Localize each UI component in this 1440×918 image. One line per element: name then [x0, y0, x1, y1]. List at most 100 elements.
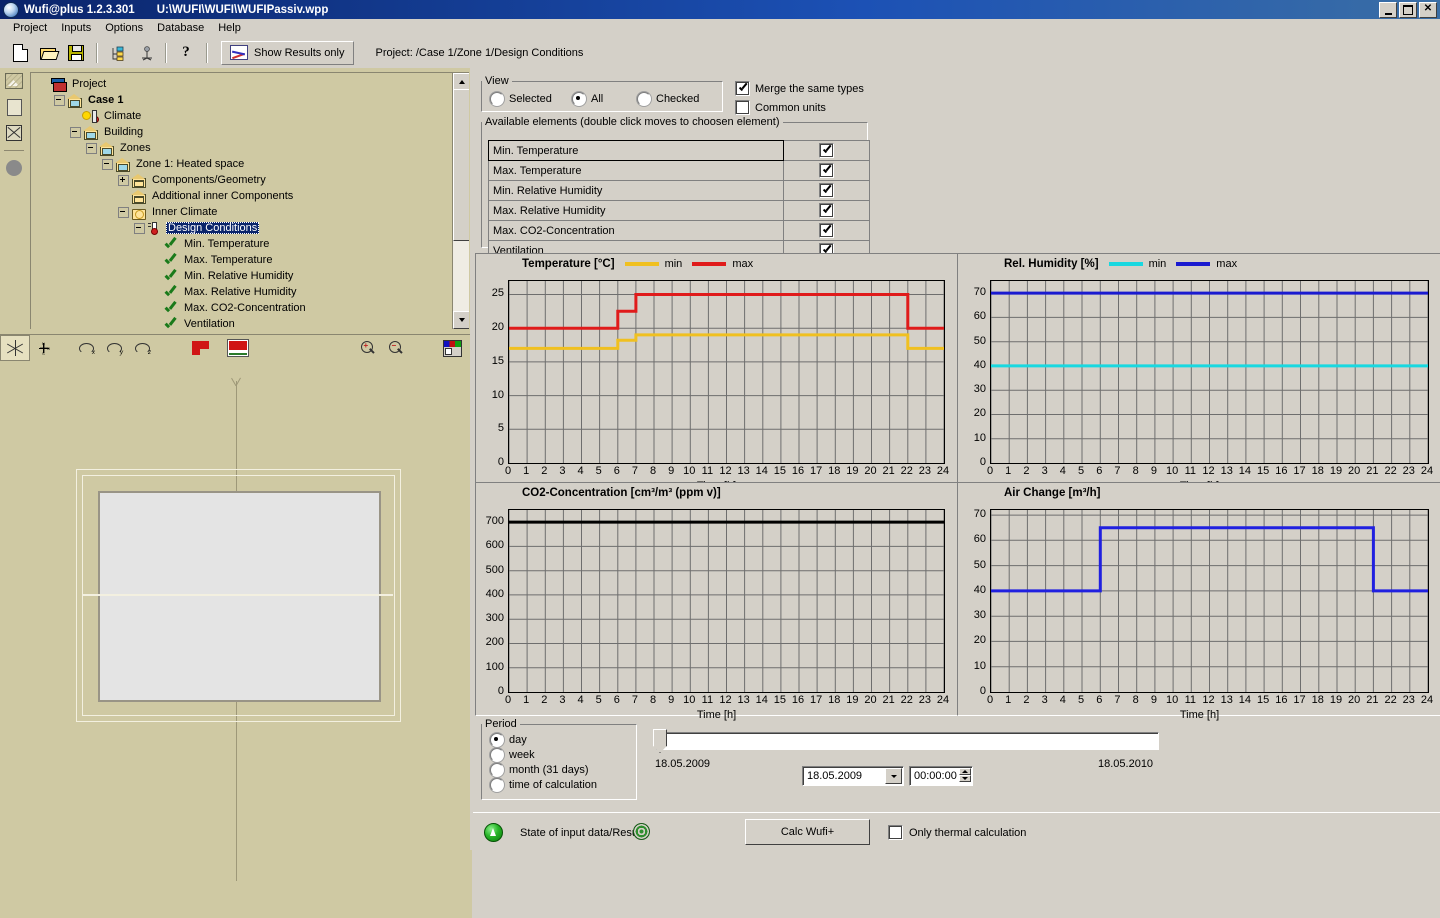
only-thermal-calculation-checkbox[interactable]: Only thermal calculation [888, 825, 1026, 840]
radio-period-week[interactable]: week [490, 748, 535, 762]
tree-item-max-co2-concentration[interactable]: Max. CO2-Concentration [34, 300, 456, 316]
date-picker[interactable]: 18.05.2009 [802, 766, 904, 786]
minimize-button[interactable] [1379, 2, 1397, 18]
timeline-slider-track[interactable] [656, 732, 1159, 750]
available-element-row[interactable]: Max. Relative Humidity [489, 201, 869, 221]
tree-item-climate[interactable]: Climate [34, 108, 456, 124]
project-tree[interactable]: ProjectCase 1ClimateBuildingZonesZone 1:… [30, 72, 469, 329]
zoom-in-button[interactable]: + [354, 336, 382, 360]
tree-collapse-minus-icon[interactable] [102, 159, 113, 170]
tree-scroll-thumb[interactable] [453, 89, 469, 241]
tree-item-additional-inner-components[interactable]: Additional inner Components [34, 188, 456, 204]
show-layers-button[interactable] [224, 336, 252, 360]
date-picker-dropdown-button[interactable] [885, 768, 902, 784]
time-picker-spinner[interactable] [959, 768, 971, 782]
menu-item-inputs[interactable]: Inputs [54, 20, 98, 36]
tree-item-design-conditions[interactable]: Design Conditions [34, 220, 456, 236]
geometry-viewport[interactable]: Z [0, 361, 472, 918]
tree-item-min-temperature[interactable]: Min. Temperature [34, 236, 456, 252]
tree-item-project[interactable]: Project [34, 76, 456, 92]
tree-collapse-minus-icon[interactable] [70, 127, 81, 138]
menu-item-project[interactable]: Project [6, 20, 54, 36]
zoom-out-button[interactable]: − [382, 336, 410, 360]
open-button[interactable] [36, 41, 60, 65]
radio-view-all[interactable]: All [572, 92, 603, 106]
common-units-checkbox[interactable]: Common units [735, 100, 826, 115]
available-elements-table[interactable]: Min. TemperatureMax. TemperatureMin. Rel… [488, 140, 870, 261]
perspective-view-icon [5, 73, 23, 89]
axis-toggle-button[interactable] [0, 335, 30, 361]
calc-wufi-button[interactable]: Calc Wufi+ [745, 819, 870, 845]
view-plan-button[interactable] [0, 94, 28, 120]
view-perspective-button[interactable] [0, 68, 28, 94]
tree-collapse-minus-icon[interactable] [54, 95, 65, 106]
rotate-z-button[interactable]: z [128, 336, 156, 360]
collapse-tree-button[interactable] [133, 41, 157, 65]
tree-collapse-minus-icon[interactable] [86, 143, 97, 154]
radio-period-day[interactable]: day [490, 733, 527, 747]
available-element-checkbox-cell[interactable] [784, 201, 869, 220]
available-element-checkbox[interactable] [819, 183, 834, 198]
chevron-down-icon [962, 777, 968, 780]
radio-view-checked[interactable]: Checked [637, 92, 699, 106]
tree-item-zones[interactable]: Zones [34, 140, 456, 156]
time-spinner-down-button[interactable] [959, 775, 971, 782]
north-south-button[interactable]: NOS [30, 336, 58, 360]
available-element-row[interactable]: Min. Temperature [489, 141, 869, 161]
available-element-checkbox-cell[interactable] [784, 221, 869, 240]
maximize-restore-button[interactable] [1399, 2, 1417, 18]
available-element-checkbox-cell[interactable] [784, 161, 869, 180]
tree-item-max-relative-humidity[interactable]: Max. Relative Humidity [34, 284, 456, 300]
tree-item-case-1[interactable]: Case 1 [34, 92, 456, 108]
status-up-arrow-icon[interactable] [484, 823, 503, 842]
chart-x-tick-label: 5 [1078, 465, 1084, 477]
available-element-checkbox[interactable] [819, 143, 834, 158]
tree-item-zone-1-heated-space[interactable]: Zone 1: Heated space [34, 156, 456, 172]
tree-scroll-track[interactable] [453, 89, 469, 313]
close-button[interactable]: ✕ [1419, 2, 1437, 18]
tree-item-ventilation[interactable]: Ventilation [34, 316, 456, 329]
available-element-checkbox[interactable] [819, 203, 834, 218]
rotate-x-button[interactable]: x [72, 336, 100, 360]
view-shaded-button[interactable] [0, 155, 28, 181]
expand-tree-button[interactable] [105, 41, 129, 65]
tree-item-inner-climate[interactable]: Inner Climate [34, 204, 456, 220]
show-results-only-button[interactable]: Show Results only [221, 41, 354, 65]
menu-item-options[interactable]: Options [98, 20, 150, 36]
help-button[interactable]: ? [174, 41, 198, 65]
tree-item-min-relative-humidity[interactable]: Min. Relative Humidity [34, 268, 456, 284]
room-surface[interactable] [98, 491, 381, 702]
tree-expand-plus-icon[interactable] [118, 175, 129, 186]
tree-item-building[interactable]: Building [34, 124, 456, 140]
available-element-checkbox-cell[interactable] [784, 141, 869, 160]
menu-item-help[interactable]: Help [211, 20, 248, 36]
rotate-y-button[interactable]: y [100, 336, 128, 360]
tree-item-max-temperature[interactable]: Max. Temperature [34, 252, 456, 268]
available-element-checkbox[interactable] [819, 163, 834, 178]
tree-collapse-minus-icon[interactable] [118, 207, 129, 218]
radio-period-time-of-calculation[interactable]: time of calculation [490, 778, 597, 792]
available-elements-group: Available elements (double click moves t… [481, 116, 868, 248]
color-settings-button[interactable] [438, 336, 466, 360]
available-element-checkbox[interactable] [819, 223, 834, 238]
show-components-button[interactable] [186, 336, 214, 360]
time-picker[interactable]: 00:00:00 [909, 766, 973, 786]
legend-label: min [1149, 258, 1167, 270]
available-element-row[interactable]: Max. CO2-Concentration [489, 221, 869, 241]
merge-same-types-checkbox[interactable]: Merge the same types [735, 81, 864, 96]
save-button[interactable] [64, 41, 88, 65]
chart-y-tick-label: 60 [958, 533, 986, 545]
view-wireframe-button[interactable] [0, 120, 28, 146]
menu-item-database[interactable]: Database [150, 20, 211, 36]
time-spinner-up-button[interactable] [959, 768, 971, 775]
new-button[interactable] [8, 41, 32, 65]
radio-period-month[interactable]: month (31 days) [490, 763, 588, 777]
available-element-checkbox-cell[interactable] [784, 181, 869, 200]
tree-scrollbar[interactable] [452, 73, 469, 329]
available-element-row[interactable]: Max. Temperature [489, 161, 869, 181]
tree-scroll-down-button[interactable] [453, 311, 469, 329]
available-element-row[interactable]: Min. Relative Humidity [489, 181, 869, 201]
radio-view-selected[interactable]: Selected [490, 92, 552, 106]
tree-item-components-geometry[interactable]: Components/Geometry [34, 172, 456, 188]
tree-collapse-minus-icon[interactable] [134, 223, 145, 234]
